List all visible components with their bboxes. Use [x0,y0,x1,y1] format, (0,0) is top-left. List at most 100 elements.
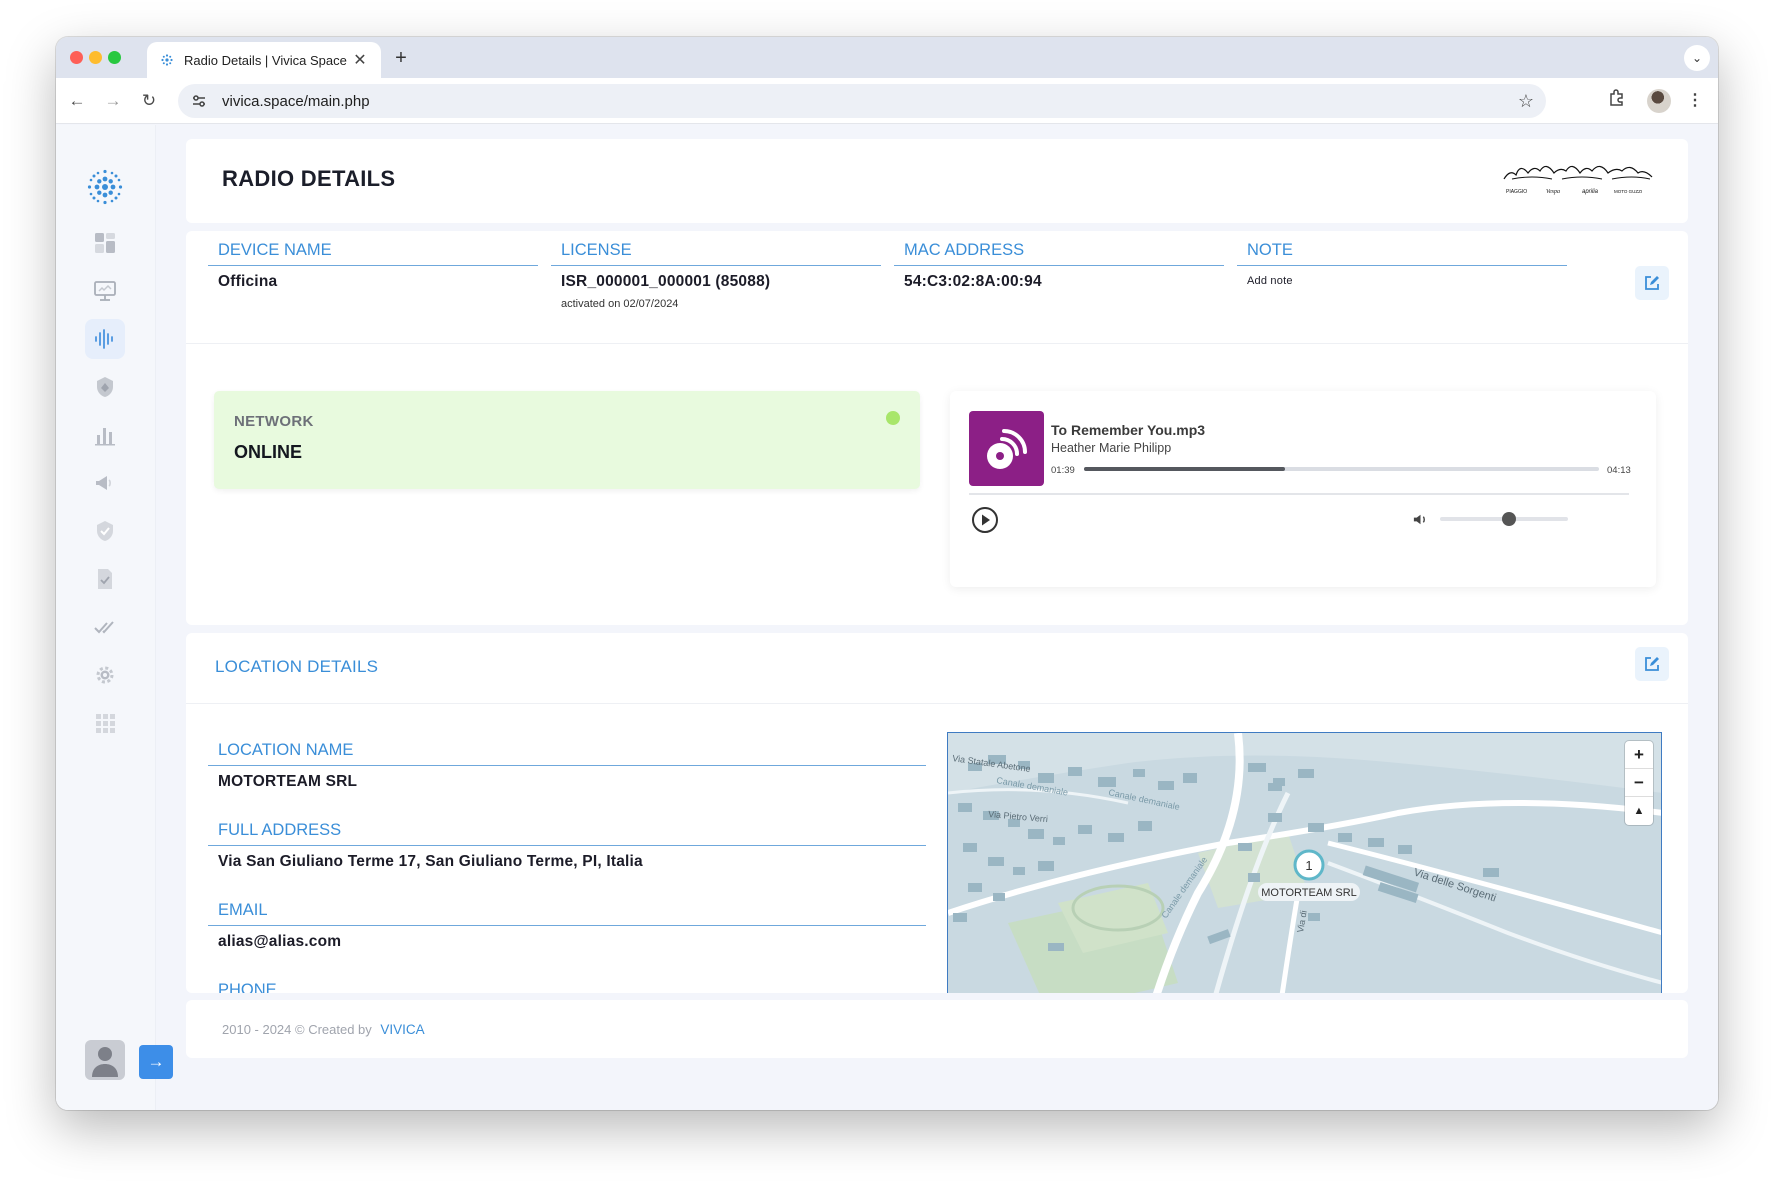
sidebar-item-stats[interactable] [85,415,125,455]
track-cover [969,411,1044,486]
waveform-icon [95,329,113,349]
compass-reset-icon[interactable]: ▲ [1625,797,1653,825]
extensions-icon[interactable] [1604,88,1630,114]
expand-sidebar-button[interactable]: → [139,1045,173,1079]
location-name-value: MOTORTEAM SRL [218,773,358,790]
gear-icon [96,666,114,684]
sidebar-item-brand[interactable] [85,367,125,407]
map-marker-count: 1 [1305,858,1312,873]
location-section-title: LOCATION DETAILS [215,657,379,676]
seek-bar-fill [1084,467,1285,471]
tab-title: Radio Details | Vivica Space [184,52,347,68]
note-label: NOTE [1237,241,1567,266]
app-content: → RADIO DETAILS PIAGGIO Vespa aprilia MO… [56,125,1718,1110]
address-bar[interactable]: vivica.space/main.php ☆ [178,84,1546,118]
device-details-card: DEVICE NAME Officina LICENSE ISR_000001_… [186,231,1688,625]
license-activation-date: activated on 02/07/2024 [561,298,679,310]
browser-window: Radio Details | Vivica Space ✕ + ⌄ ← → ↻… [56,37,1718,1110]
sidebar-item-devices[interactable] [85,271,125,311]
sidebar-item-dashboard[interactable] [85,223,125,263]
monitor-icon [94,281,116,301]
network-label: NETWORK [234,413,314,430]
maximize-window-button[interactable] [108,51,121,64]
zoom-out-button[interactable]: − [1625,769,1653,797]
volume-slider-knob[interactable] [1502,512,1517,526]
device-name-value: Officina [218,273,278,290]
full-address-field: FULL ADDRESS Via San Giuliano Terme 17, … [208,821,926,871]
edit-device-button[interactable] [1635,266,1669,300]
vivica-link[interactable]: VIVICA [380,1022,424,1037]
location-name-label: LOCATION NAME [208,741,926,766]
bookmark-star-icon[interactable]: ☆ [1518,91,1534,112]
full-address-value: Via San Giuliano Terme 17, San Giuliano … [218,853,643,870]
email-value: alias@alias.com [218,933,342,950]
full-address-label: FULL ADDRESS [208,821,926,846]
note-field: NOTE Add note [1237,241,1567,287]
volume-icon[interactable] [1412,511,1429,528]
audio-player: To Remember You.mp3 Heather Marie Philip… [950,391,1656,587]
footer-copyright: 2010 - 2024 © Created by VIVICA [222,1022,425,1037]
license-field: LICENSE ISR_000001_000001 (85088) activa… [551,241,881,310]
shield-check-icon [97,521,113,541]
track-duration: 04:13 [1607,465,1631,476]
new-tab-button[interactable]: + [389,46,413,70]
play-icon[interactable] [971,506,999,534]
minimize-window-button[interactable] [89,51,102,64]
sidebar-item-apps[interactable] [85,703,125,743]
user-avatar-button[interactable] [85,1040,125,1080]
email-field: EMAIL alias@alias.com [208,901,926,951]
brand-vespa: Vespa [1546,189,1560,195]
edit-icon [1645,276,1659,290]
footer: 2010 - 2024 © Created by VIVICA [186,1000,1688,1058]
close-window-button[interactable] [70,51,83,64]
location-map[interactable]: Via Statale Abetone Canale demaniale Can… [947,732,1662,993]
sidebar-item-security[interactable] [85,511,125,551]
add-note-link[interactable]: Add note [1237,275,1567,287]
grid-icon [96,714,115,733]
browser-tab[interactable]: Radio Details | Vivica Space ✕ [147,42,381,78]
mac-address-value: 54:C3:02:8A:00:94 [904,273,1042,290]
bar-chart-icon [95,428,115,446]
header-card: RADIO DETAILS PIAGGIO Vespa aprilia MOTO… [186,139,1688,223]
brand-piaggio: PIAGGIO [1506,189,1527,195]
current-time: 01:39 [1051,465,1075,476]
volume-slider[interactable] [1440,512,1568,526]
back-arrow-icon[interactable]: ← [64,88,90,114]
browser-toolbar: ← → ↻ vivica.space/main.php ☆ ⋮ [56,78,1718,124]
close-tab-icon[interactable]: ✕ [351,50,369,70]
sidebar-item-ads[interactable] [85,463,125,503]
page-title: RADIO DETAILS [222,166,396,191]
vivica-favicon-icon [161,54,173,66]
user-icon [92,1047,118,1077]
zoom-in-button[interactable]: + [1625,741,1653,769]
url-text: vivica.space/main.php [222,92,370,110]
phone-label: PHONE [208,981,926,993]
forward-arrow-icon[interactable]: → [100,88,126,114]
tab-search-button[interactable]: ⌄ [1684,45,1710,71]
profile-avatar-icon[interactable] [1647,89,1671,113]
phone-field: PHONE 050-877411 [208,981,926,993]
edit-icon [1645,657,1659,671]
podcast-icon [986,428,1027,469]
device-name-label: DEVICE NAME [208,241,538,266]
location-name-field: LOCATION NAME MOTORTEAM SRL [208,741,926,791]
dashboard-icon [95,233,115,253]
network-status-box: NETWORK ONLINE [214,391,920,489]
sidebar-item-settings[interactable] [85,655,125,695]
seek-bar[interactable] [1084,467,1599,471]
network-status-value: ONLINE [234,442,303,462]
track-title: To Remember You.mp3 [1051,422,1206,438]
reload-icon[interactable]: ↻ [136,88,162,114]
sidebar-item-radio[interactable] [85,319,125,359]
map-marker-label: MOTORTEAM SRL [1261,887,1357,899]
vivica-logo-icon[interactable] [85,167,125,207]
copyright-text: 2010 - 2024 © Created by [222,1022,372,1037]
email-label: EMAIL [208,901,926,926]
sidebar-item-approvals[interactable] [85,607,125,647]
megaphone-icon [96,476,111,490]
sidebar-item-documents[interactable] [85,559,125,599]
map-canvas: Via Statale Abetone Canale demaniale Can… [948,733,1661,993]
site-settings-icon[interactable] [190,92,208,110]
edit-location-button[interactable] [1635,647,1669,681]
browser-menu-icon[interactable]: ⋮ [1682,88,1708,114]
